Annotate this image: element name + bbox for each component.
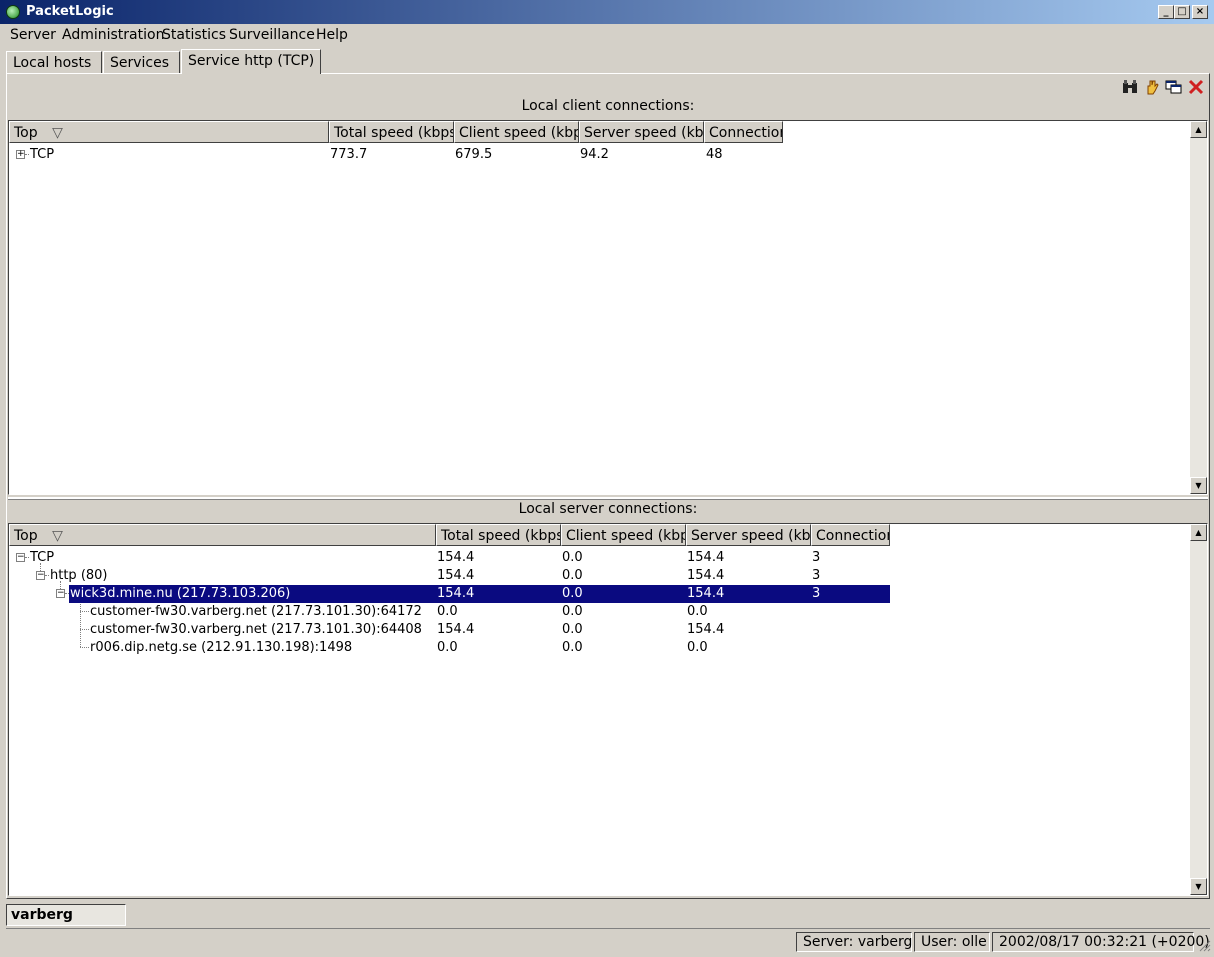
column-header-server-speed[interactable]: Server speed (kbps) [579, 121, 704, 143]
menu-server[interactable]: Server [10, 27, 56, 43]
app-icon [6, 5, 20, 19]
status-server: Server: varberg [796, 932, 912, 952]
tab-services[interactable]: Services [103, 51, 180, 73]
server-connections-table: Top ▽ Total speed (kbps) Client speed (k… [8, 523, 1208, 896]
collapse-minus-icon[interactable]: − [36, 571, 45, 580]
host-field[interactable]: varberg [6, 904, 126, 926]
column-header-connections[interactable]: Connections [704, 121, 783, 143]
row-client-speed: 0.0 [562, 550, 583, 565]
collapse-minus-icon[interactable]: − [16, 553, 25, 562]
row-server-speed: 154.4 [687, 550, 725, 565]
server-section-label: Local server connections: [518, 501, 698, 517]
column-header-client-speed[interactable]: Client speed (kbps) [561, 524, 686, 546]
row-client-speed: 0.0 [562, 568, 583, 583]
column-header-total-speed[interactable]: Total speed (kbps) [329, 121, 454, 143]
column-header-server-speed[interactable]: Server speed (kbps) [686, 524, 811, 546]
column-header-top[interactable]: Top ▽ [9, 524, 436, 546]
row-server-speed: 154.4 [687, 622, 725, 637]
client-connections-table: Top ▽ Total speed (kbps) Client speed (k… [8, 120, 1208, 495]
row-total-speed: 154.4 [437, 622, 475, 637]
menu-help[interactable]: Help [316, 27, 348, 43]
row-server-speed: 0.0 [687, 640, 708, 655]
table-row[interactable]: + TCP 773.7 679.5 94.2 48 [9, 146, 1207, 164]
row-name: TCP [30, 550, 55, 565]
menu-statistics[interactable]: Statistics [162, 27, 226, 43]
close-button[interactable]: × [1192, 5, 1208, 19]
splitter[interactable] [8, 497, 1208, 500]
row-server-speed: 154.4 [687, 568, 725, 583]
window-title: PacketLogic [26, 4, 114, 19]
row-connections: 3 [812, 568, 821, 583]
scroll-down-icon[interactable]: ▼ [1190, 878, 1207, 895]
scroll-down-icon[interactable]: ▼ [1190, 477, 1207, 494]
table-row[interactable]: customer-fw30.varberg.net (217.73.101.30… [9, 621, 1207, 639]
table-row[interactable]: − TCP 154.4 0.0 154.4 3 [9, 549, 1207, 567]
row-client-speed: 0.0 [562, 586, 583, 601]
row-total-speed: 0.0 [437, 640, 458, 655]
row-name: customer-fw30.varberg.net (217.73.101.30… [90, 604, 422, 619]
column-header-total-speed[interactable]: Total speed (kbps) [436, 524, 561, 546]
table-row[interactable]: r006.dip.netg.se (212.91.130.198):1498 0… [9, 639, 1207, 657]
minimize-button[interactable]: _ [1158, 5, 1174, 19]
tab-local-hosts[interactable]: Local hosts [6, 51, 102, 73]
table-row[interactable]: − http (80) 154.4 0.0 154.4 3 [9, 567, 1207, 585]
row-total-speed: 0.0 [437, 604, 458, 619]
row-client-speed: 0.0 [562, 604, 583, 619]
status-time: 2002/08/17 00:32:21 (+0200) [992, 932, 1210, 952]
close-icon[interactable] [1186, 79, 1206, 97]
column-header-client-speed[interactable]: Client speed (kbps) [454, 121, 579, 143]
row-client-speed: 0.0 [562, 640, 583, 655]
sort-desc-icon: ▽ [52, 125, 63, 141]
row-connections: 48 [706, 147, 723, 162]
sort-desc-icon: ▽ [52, 528, 63, 544]
status-user: User: olle [914, 932, 990, 952]
row-name: customer-fw30.varberg.net (217.73.101.30… [90, 622, 422, 637]
row-total-speed: 154.4 [437, 550, 475, 565]
menu-bar: Server Administration Statistics Surveil… [0, 24, 1214, 46]
row-server-speed: 0.0 [687, 604, 708, 619]
window-copy-icon[interactable] [1164, 79, 1184, 97]
row-client-speed: 0.0 [562, 622, 583, 637]
column-header-top[interactable]: Top ▽ [9, 121, 329, 143]
client-section-label: Local client connections: [521, 98, 695, 114]
table-row[interactable]: customer-fw30.varberg.net (217.73.101.30… [9, 603, 1207, 621]
table-row-selected[interactable]: − wick3d.mine.nu (217.73.103.206) 154.4 … [9, 585, 1207, 603]
tab-service-http[interactable]: Service http (TCP) [181, 49, 321, 74]
maximize-button[interactable]: □ [1174, 5, 1190, 19]
row-total-speed: 154.4 [437, 586, 475, 601]
scroll-up-icon[interactable]: ▲ [1190, 121, 1207, 138]
row-total-speed: 773.7 [330, 147, 368, 162]
row-name: r006.dip.netg.se (212.91.130.198):1498 [90, 640, 353, 655]
collapse-minus-icon[interactable]: − [56, 589, 65, 598]
row-connections: 3 [812, 586, 821, 601]
row-total-speed: 154.4 [437, 568, 475, 583]
server-vertical-scrollbar[interactable]: ▲ ▼ [1190, 524, 1207, 895]
row-name: http (80) [50, 568, 108, 583]
row-connections: 3 [812, 550, 821, 565]
row-name: wick3d.mine.nu (217.73.103.206) [70, 586, 291, 601]
row-client-speed: 679.5 [455, 147, 493, 162]
menu-administration[interactable]: Administration [62, 27, 164, 43]
title-bar[interactable]: PacketLogic _ □ × [0, 0, 1214, 24]
row-name: TCP [30, 147, 55, 162]
hand-icon[interactable] [1142, 79, 1162, 97]
expand-plus-icon[interactable]: + [16, 150, 25, 159]
client-vertical-scrollbar[interactable]: ▲ ▼ [1190, 121, 1207, 494]
column-header-connections[interactable]: Connections [811, 524, 890, 546]
row-server-speed: 154.4 [687, 586, 725, 601]
divider [6, 928, 1210, 929]
menu-surveillance[interactable]: Surveillance [229, 27, 315, 43]
scroll-up-icon[interactable]: ▲ [1190, 524, 1207, 541]
row-server-speed: 94.2 [580, 147, 609, 162]
binoculars-icon[interactable] [1120, 79, 1140, 97]
resize-grip-icon[interactable] [1197, 938, 1211, 952]
